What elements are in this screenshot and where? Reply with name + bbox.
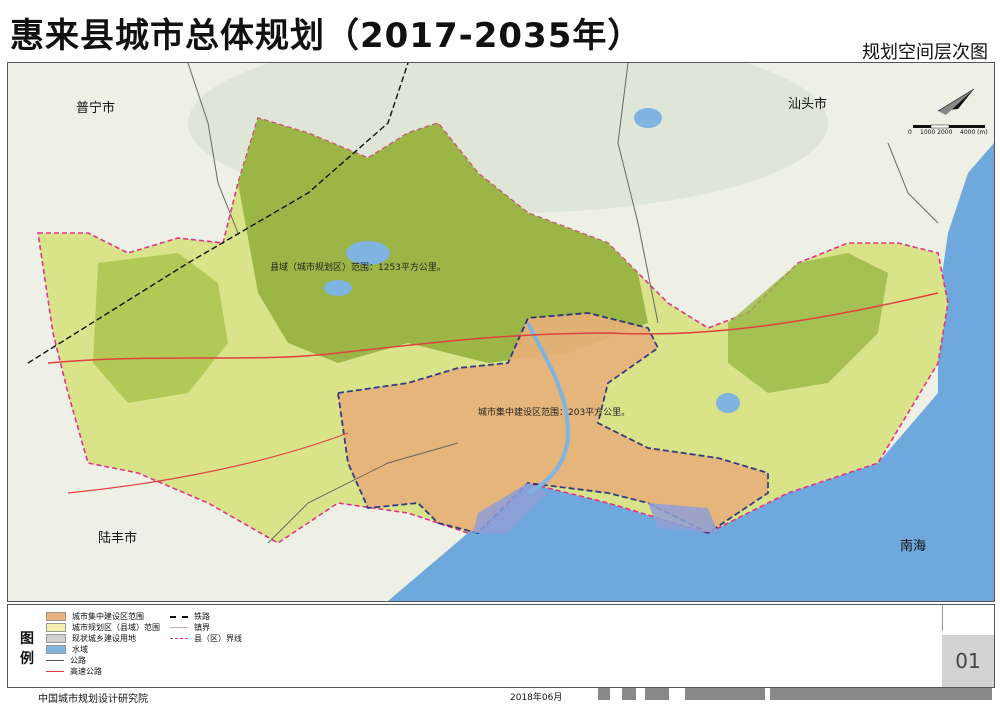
legend-line <box>170 615 188 618</box>
scale-label-end: 4000 (m) <box>960 129 988 136</box>
map-title: 惠来县城市总体规划（2017-2035年） <box>10 16 643 56</box>
footer-decor-block <box>685 688 765 700</box>
legend-panel: 图例 城市集中建设区范围 城市规划区（县域）范围 现状城乡建设用地 水域 公路 … <box>7 604 995 688</box>
urban-area-note: 城市集中建设区范围：203平方公里。 <box>478 408 631 418</box>
legend-label: 水域 <box>72 645 88 654</box>
legend-swatch <box>46 623 66 632</box>
legend-label: 公路 <box>70 656 86 665</box>
footer-bar: 中国城市规划设计研究院 2018年06月 <box>0 686 1000 707</box>
legend-line <box>170 627 188 628</box>
legend-item: 水域 <box>46 644 88 655</box>
reservoir <box>634 108 662 128</box>
map-subtitle: 规划空间层次图 <box>862 42 988 63</box>
page-number-header <box>942 605 995 631</box>
legend-label: 镇界 <box>194 623 210 632</box>
map-graphic <box>8 63 994 601</box>
legend-item: 城市规划区（县域）范围 <box>46 622 160 633</box>
map-canvas: 普宁市 汕头市 陆丰市 南海 县域（城市规划区）范围：1253平方公里。 城市集… <box>7 62 995 602</box>
legend-line <box>46 660 64 661</box>
place-label-lufeng: 陆丰市 <box>98 531 138 546</box>
county-area-note: 县域（城市规划区）范围：1253平方公里。 <box>270 263 446 273</box>
place-label-nanhai: 南海 <box>900 539 927 554</box>
scale-bar-graphic <box>913 124 985 129</box>
legend-item: 公路 <box>46 655 86 666</box>
legend-item: 城市集中建设区范围 <box>46 611 144 622</box>
footer-decor-block <box>645 688 669 700</box>
scale-label-mid: 1000 2000 <box>920 129 953 136</box>
legend-swatch <box>46 645 66 654</box>
footer-decor-block <box>622 688 636 700</box>
reservoir <box>716 393 740 413</box>
issue-date: 2018年06月 <box>510 693 563 703</box>
legend-item: 现状城乡建设用地 <box>46 633 136 644</box>
footer-decor-block <box>598 688 610 700</box>
legend-item: 高速公路 <box>46 666 102 677</box>
legend-item: 镇界 <box>170 622 210 633</box>
legend-label: 高速公路 <box>70 667 102 676</box>
legend-label: 城市规划区（县域）范围 <box>72 623 160 632</box>
place-label-puning: 普宁市 <box>76 101 116 116</box>
footer-decor-block <box>770 688 992 700</box>
legend-title: 图例 <box>20 631 34 667</box>
legend-label: 城市集中建设区范围 <box>72 612 144 621</box>
legend-item: 铁路 <box>170 611 210 622</box>
place-label-shantou: 汕头市 <box>788 97 828 112</box>
legend-line <box>46 671 64 672</box>
page-number: 01 <box>942 635 994 687</box>
legend-label: 县（区）界线 <box>194 634 242 643</box>
legend-swatch <box>46 634 66 643</box>
scale-label-0: 0 <box>908 129 912 136</box>
legend-item: 县（区）界线 <box>170 633 242 644</box>
legend-line <box>170 638 188 639</box>
legend-label: 现状城乡建设用地 <box>72 634 136 643</box>
reservoir <box>324 280 352 296</box>
legend-swatch <box>46 612 66 621</box>
institute-name: 中国城市规划设计研究院 <box>38 694 148 705</box>
legend-label: 铁路 <box>194 612 210 621</box>
